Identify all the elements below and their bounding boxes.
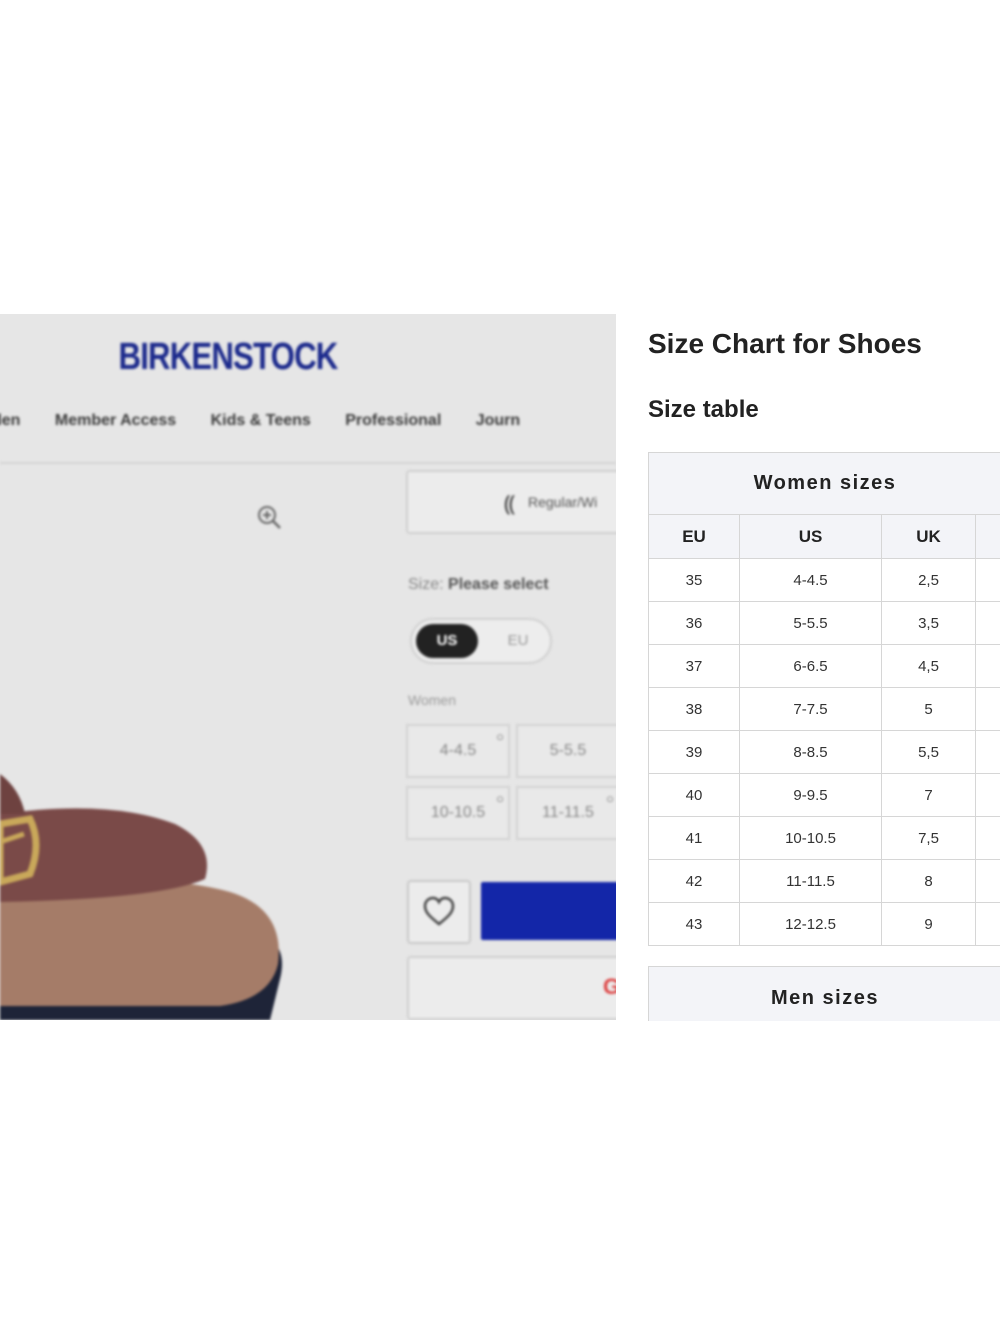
size-option-button[interactable]: 10-10.5 ○ — [406, 786, 510, 840]
toggle-option-us[interactable]: US — [416, 624, 478, 658]
column-header-eu: EU — [649, 515, 740, 558]
table-cell-uk: 2,5 — [882, 559, 976, 601]
table-cell-extra — [976, 645, 1000, 687]
size-option-button[interactable]: 4-4.5 ○ — [406, 724, 510, 778]
men-sizes-heading: Men sizes — [648, 966, 1000, 1021]
table-row: 40 9-9.5 7 — [649, 774, 1000, 817]
fit-width-selector[interactable]: ⸨ Regular/Wi — [406, 470, 616, 534]
table-cell-us: 10-10.5 — [740, 817, 882, 859]
table-cell-uk: 9 — [882, 903, 976, 945]
size-group-label: Women — [408, 692, 456, 708]
table-cell-us: 5-5.5 — [740, 602, 882, 644]
size-option-button[interactable]: 5-5.5 — [516, 724, 616, 778]
table-row: 43 12-12.5 9 — [649, 903, 1000, 946]
table-cell-uk: 7 — [882, 774, 976, 816]
table-header-row: EU US UK — [649, 515, 1000, 559]
table-cell-us: 12-12.5 — [740, 903, 882, 945]
brand-logo[interactable]: BIRKENSTOCK — [41, 336, 415, 379]
low-stock-icon: ○ — [606, 791, 614, 806]
table-cell-uk: 7,5 — [882, 817, 976, 859]
main-nav: den Member Access Kids & Teens Professio… — [0, 412, 550, 430]
table-cell-us: 4-4.5 — [740, 559, 882, 601]
table-cell-eu: 41 — [649, 817, 740, 859]
google-pay-button[interactable]: G — [407, 956, 616, 1020]
table-row: 35 4-4.5 2,5 — [649, 559, 1000, 602]
table-cell-eu: 37 — [649, 645, 740, 687]
size-system-toggle[interactable]: US EU — [410, 618, 552, 664]
column-header-uk: UK — [882, 515, 976, 558]
table-row: 39 8-8.5 5,5 — [649, 731, 1000, 774]
size-label: Size: Please select — [408, 576, 549, 594]
heart-icon — [423, 896, 455, 926]
toggle-option-eu[interactable]: EU — [498, 624, 538, 658]
foot-icon: ⸨ — [504, 491, 516, 516]
table-cell-extra — [976, 817, 1000, 859]
nav-item-professional[interactable]: Professional — [345, 412, 441, 430]
table-row: 42 11-11.5 8 — [649, 860, 1000, 903]
table-cell-extra — [976, 688, 1000, 730]
wishlist-button[interactable] — [407, 880, 471, 944]
product-page-screenshot: BIRKENSTOCK den Member Access Kids & Tee… — [0, 314, 616, 1020]
table-cell-uk: 5 — [882, 688, 976, 730]
table-cell-eu: 36 — [649, 602, 740, 644]
zoom-in-icon[interactable] — [256, 504, 282, 530]
nav-item-men[interactable]: den — [0, 412, 20, 430]
size-option-label: 5-5.5 — [549, 742, 587, 759]
nav-item-member-access[interactable]: Member Access — [55, 412, 176, 430]
size-option-label: 4-4.5 — [439, 742, 477, 759]
table-cell-eu: 39 — [649, 731, 740, 773]
table-cell-uk: 8 — [882, 860, 976, 902]
women-size-table: Women sizes EU US UK 35 4-4.5 2,5 36 5-5.5 3,… — [648, 452, 1000, 946]
women-sizes-heading: Women sizes — [649, 453, 1000, 515]
table-cell-extra — [976, 774, 1000, 816]
table-cell-extra — [976, 860, 1000, 902]
product-image-sandal[interactable] — [0, 714, 300, 1020]
table-cell-uk: 5,5 — [882, 731, 976, 773]
column-header-extra — [976, 515, 1000, 558]
table-cell-extra — [976, 903, 1000, 945]
nav-item-journal[interactable]: Journ — [476, 412, 520, 430]
nav-item-kids-teens[interactable]: Kids & Teens — [211, 412, 311, 430]
add-to-cart-button[interactable] — [481, 882, 616, 940]
column-header-us: US — [740, 515, 882, 558]
table-cell-eu: 35 — [649, 559, 740, 601]
table-cell-uk: 3,5 — [882, 602, 976, 644]
table-cell-eu: 38 — [649, 688, 740, 730]
table-cell-us: 7-7.5 — [740, 688, 882, 730]
size-chart-title: Size Chart for Shoes — [648, 328, 922, 359]
table-cell-extra — [976, 559, 1000, 601]
size-label-prefix: Size: — [408, 576, 444, 593]
table-cell-us: 9-9.5 — [740, 774, 882, 816]
table-cell-us: 6-6.5 — [740, 645, 882, 687]
low-stock-icon: ○ — [496, 791, 504, 806]
table-cell-us: 8-8.5 — [740, 731, 882, 773]
table-cell-uk: 4,5 — [882, 645, 976, 687]
table-row: 41 10-10.5 7,5 — [649, 817, 1000, 860]
size-table-heading: Size table — [648, 396, 759, 423]
table-cell-extra — [976, 602, 1000, 644]
table-cell-us: 11-11.5 — [740, 860, 882, 902]
low-stock-icon: ○ — [496, 729, 504, 744]
size-option-button[interactable]: 11-11.5 ○ — [516, 786, 616, 840]
nav-divider — [0, 462, 616, 464]
fit-width-label: Regular/Wi — [528, 494, 598, 510]
table-row: 37 6-6.5 4,5 — [649, 645, 1000, 688]
table-cell-eu: 42 — [649, 860, 740, 902]
size-option-label: 11-11.5 — [542, 804, 594, 821]
table-row: 36 5-5.5 3,5 — [649, 602, 1000, 645]
table-row: 38 7-7.5 5 — [649, 688, 1000, 731]
google-icon: G — [603, 974, 616, 999]
size-label-value: Please select — [448, 576, 549, 593]
size-option-label: 10-10.5 — [430, 804, 486, 821]
table-cell-eu: 40 — [649, 774, 740, 816]
table-cell-eu: 43 — [649, 903, 740, 945]
table-cell-extra — [976, 731, 1000, 773]
